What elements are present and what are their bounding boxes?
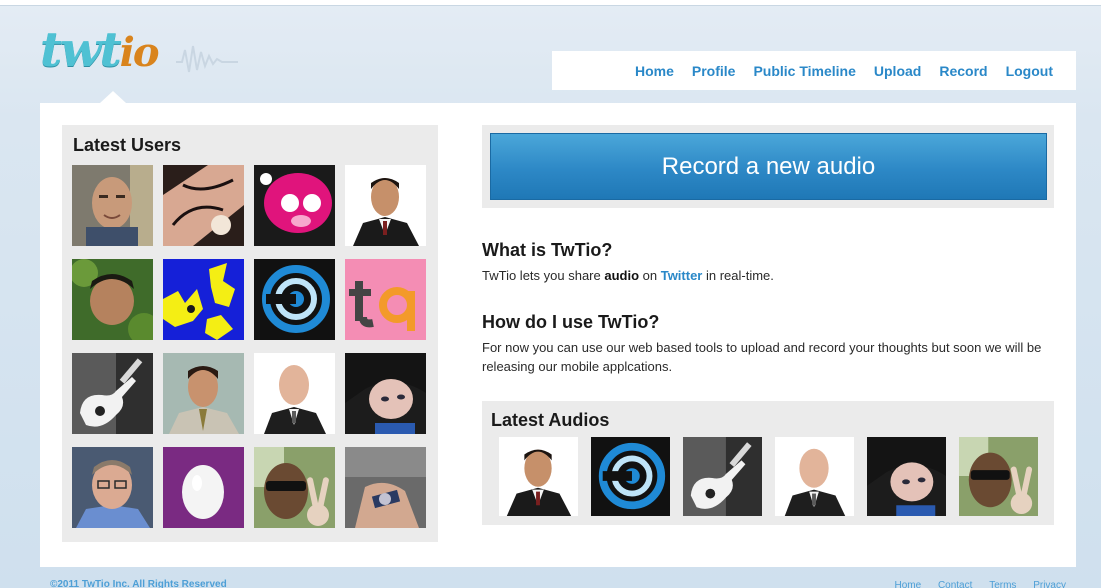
footer-nav: Home Contact Terms Privacy <box>880 580 1066 588</box>
what-is-heading: What is TwTio? <box>482 240 613 260</box>
nav-public-timeline-link[interactable]: Public Timeline <box>753 63 855 79</box>
record-panel: Record a new audio <box>482 125 1054 208</box>
latest-audios-title: Latest Audios <box>491 410 610 430</box>
user-avatar-tq-logo[interactable] <box>345 259 426 340</box>
audio-thumb-blue-swirl[interactable] <box>591 437 670 516</box>
what-is-section: What is TwTio? TwTio lets you share audi… <box>482 240 1054 285</box>
audio-thumb-dark-haired-girl[interactable] <box>867 437 946 516</box>
nav-record-link[interactable]: Record <box>939 63 987 79</box>
user-avatar-man-in-suit[interactable] <box>345 165 426 246</box>
user-avatar-man-glasses[interactable] <box>72 447 153 528</box>
nav-pointer-notch <box>100 91 126 103</box>
latest-audios-panel: Latest Audios <box>482 401 1054 525</box>
nav-logout-link[interactable]: Logout <box>1006 63 1053 79</box>
sound-wave-icon <box>176 45 238 73</box>
footer-terms-link[interactable]: Terms <box>989 580 1016 588</box>
users-grid <box>72 165 426 528</box>
user-avatar-pink-pig[interactable] <box>254 165 335 246</box>
audios-list <box>499 437 1038 516</box>
user-avatar-blue-swirl[interactable] <box>254 259 335 340</box>
user-avatar-man-in-tie[interactable] <box>163 353 244 434</box>
main-nav: Home Profile Public Timeline Upload Reco… <box>552 51 1076 90</box>
user-avatar-hand-wristwatch[interactable] <box>345 447 426 528</box>
latest-users-panel: Latest Users <box>62 125 438 542</box>
top-border <box>0 0 1101 6</box>
record-new-audio-button[interactable]: Record a new audio <box>490 133 1047 200</box>
user-avatar-man-smiling[interactable] <box>72 165 153 246</box>
logo-text-io: io <box>119 29 160 76</box>
user-avatar-man-in-foliage[interactable] <box>72 259 153 340</box>
user-avatar-white-guitar[interactable] <box>72 353 153 434</box>
logo-text-twt: twt <box>40 22 122 78</box>
user-avatar-default-egg[interactable] <box>163 447 244 528</box>
user-avatar-yellow-blue-map[interactable] <box>163 259 244 340</box>
user-avatar-dark-haired-girl[interactable] <box>345 353 426 434</box>
footer-contact-link[interactable]: Contact <box>938 580 972 588</box>
nav-upload-link[interactable]: Upload <box>874 63 921 79</box>
audio-thumb-man-sunglasses-peace[interactable] <box>959 437 1038 516</box>
user-avatar-sleeping-faces[interactable] <box>163 165 244 246</box>
user-avatar-bald-man-suit[interactable] <box>254 353 335 434</box>
how-to-section: How do I use TwTio? For now you can use … <box>482 312 1054 376</box>
audio-thumb-white-guitar[interactable] <box>683 437 762 516</box>
audio-thumb-bald-man-suit[interactable] <box>775 437 854 516</box>
what-is-text: TwTio lets you share audio on Twitter in… <box>482 268 774 283</box>
how-to-heading: How do I use TwTio? <box>482 312 660 332</box>
user-avatar-man-sunglasses-peace[interactable] <box>254 447 335 528</box>
nav-profile-link[interactable]: Profile <box>692 63 736 79</box>
footer-home-link[interactable]: Home <box>894 580 921 588</box>
copyright-text: ©2011 TwTio Inc. All Rights Reserved <box>50 579 227 588</box>
twtio-logo[interactable]: twtio <box>40 22 240 82</box>
how-to-text: For now you can use our web based tools … <box>482 340 1042 374</box>
twitter-link[interactable]: Twitter <box>661 268 703 283</box>
footer-privacy-link[interactable]: Privacy <box>1033 580 1066 588</box>
latest-users-title: Latest Users <box>73 135 182 155</box>
audio-thumb-man-in-suit[interactable] <box>499 437 578 516</box>
nav-home-link[interactable]: Home <box>635 63 674 79</box>
